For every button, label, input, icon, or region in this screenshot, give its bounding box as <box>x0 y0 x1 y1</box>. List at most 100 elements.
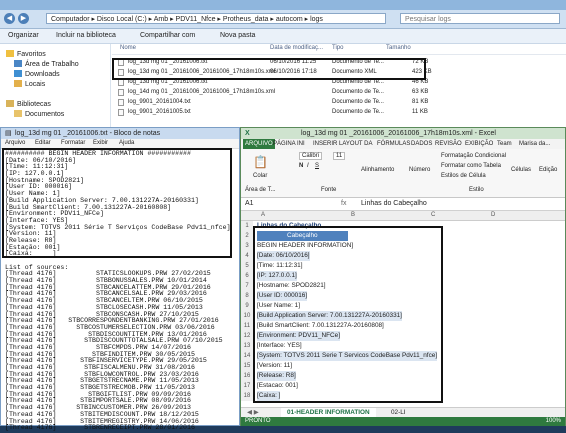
font-size-select[interactable]: 11 <box>333 152 346 160</box>
file-row[interactable]: log_13d mg 01 _20161006.txt Documento de … <box>112 79 452 87</box>
row-number[interactable]: 2 <box>241 231 253 241</box>
row-number[interactable]: 13 <box>241 341 253 351</box>
explorer-titlebar <box>0 0 566 10</box>
highlight-box <box>253 226 443 403</box>
menu-format[interactable]: Formatar <box>61 139 85 148</box>
number-format-button[interactable]: Número <box>409 167 430 173</box>
file-icon <box>118 109 124 116</box>
nav-item-desktop[interactable]: Área de Trabalho <box>14 60 79 68</box>
column-header[interactable]: B <box>351 212 355 218</box>
file-size: 11 KB <box>412 109 428 115</box>
row-number[interactable]: 6 <box>241 271 253 281</box>
formula-bar: A1 fx Linhas do Cabeçalho <box>241 198 565 211</box>
row-number[interactable]: 18 <box>241 391 253 401</box>
row-number[interactable]: 8 <box>241 291 253 301</box>
font-group-label: Fonte <box>321 187 337 193</box>
user-account[interactable]: Marisa da... <box>517 139 552 149</box>
text-line: [Thread 4176] STBCANCELATTEM.PRW 29/01/2… <box>5 283 211 291</box>
row-number[interactable]: 1 <box>241 221 253 231</box>
row-number[interactable]: 10 <box>241 311 253 321</box>
row-number[interactable]: 4 <box>241 251 253 261</box>
nav-item-downloads[interactable]: Downloads <box>14 70 60 78</box>
menu-view[interactable]: Exibir <box>93 139 108 148</box>
new-folder-button[interactable]: Nova pasta <box>220 32 255 39</box>
font-name-select[interactable]: Calibri <box>299 152 323 160</box>
row-number[interactable]: 17 <box>241 381 253 391</box>
tab-view[interactable]: EXIBIÇÃO <box>463 139 495 149</box>
column-header[interactable]: C <box>431 212 435 218</box>
file-type: Documento de Te... <box>332 89 384 95</box>
alignment-button[interactable]: Alinhamento <box>361 167 394 173</box>
tab-insert[interactable]: INSERIR <box>311 139 339 149</box>
back-icon[interactable]: ◀ <box>4 13 15 24</box>
forward-icon[interactable]: ▶ <box>18 13 29 24</box>
include-library-button[interactable]: Incluir na biblioteca <box>56 32 116 39</box>
tab-file[interactable]: ARQUIVO <box>243 139 275 149</box>
text-line: [Thread 4176] STBFISCALMENU.PRW 31/08/20… <box>5 364 195 371</box>
text-line: [Thread 4176] STBRENRECEIPT.PRW 28/01/20… <box>5 424 195 432</box>
zoom-level[interactable]: 100% <box>546 417 561 426</box>
nav-favorites[interactable]: Favoritos <box>6 50 46 58</box>
search-input[interactable]: Pesquisar logs <box>400 13 560 24</box>
column-name[interactable]: Nome <box>120 45 136 51</box>
file-row[interactable]: log_9901_20161004.txt Documento de Te... 8… <box>112 99 452 107</box>
edit-button[interactable]: Edição <box>539 167 557 173</box>
menu-edit[interactable]: Editar <box>35 139 51 148</box>
row-number[interactable]: 14 <box>241 351 253 361</box>
text-line: [Thread 4176] STBCONSCASH.PRW 27/10/2015 <box>5 310 199 318</box>
ribbon-tabs: ARQUIVO PÁGINA INI INSERIR LAYOUT DA FÓR… <box>241 139 565 149</box>
tab-data[interactable]: DADOS <box>409 139 434 149</box>
styles-group-label: Estilo <box>469 187 484 193</box>
column-date[interactable]: Data de modificaç... <box>270 45 323 51</box>
paste-icon[interactable]: 📋 <box>253 155 268 169</box>
address-breadcrumb[interactable]: Computador ▸ Disco Local (C:) ▸ Amb ▸ PD… <box>46 13 386 24</box>
tab-home[interactable]: PÁGINA INI <box>271 139 307 149</box>
cell-styles-button[interactable]: Estilos de Célula <box>441 173 486 179</box>
tab-layout[interactable]: LAYOUT DA <box>337 139 374 149</box>
row-number[interactable]: 3 <box>241 241 253 251</box>
nav-item-label: Documentos <box>25 111 65 118</box>
format-as-table-button[interactable]: Formatar como Tabela <box>441 163 501 169</box>
cells-button[interactable]: Células <box>511 167 531 173</box>
conditional-formatting-button[interactable]: Formatação Condicional <box>441 153 506 159</box>
bold-button[interactable]: N <box>299 163 303 169</box>
tab-team[interactable]: Team <box>495 139 514 149</box>
nav-libraries-label: Bibliotecas <box>17 101 51 108</box>
row-number[interactable]: 7 <box>241 281 253 291</box>
column-type[interactable]: Tipo <box>332 45 343 51</box>
text-line: [Thread 4176] STBGETSTRECNAME.PRW 11/05/… <box>5 377 199 385</box>
menu-help[interactable]: Ajuda <box>119 139 134 148</box>
text-line: [Thread 4176] STBDISCOUNTITEM.PRW 13/01/… <box>5 330 207 338</box>
nav-item-places[interactable]: Locais <box>14 80 45 88</box>
organize-button[interactable]: Organizar <box>8 32 39 39</box>
text-line: [Thread 4176] STBCOSTUMERSELECTION.PRW 0… <box>5 323 215 331</box>
menu-file[interactable]: Arquivo <box>5 139 25 148</box>
navigation-pane: Favoritos Área de Trabalho Downloads Loc… <box>0 44 111 128</box>
file-row[interactable]: log_14d mg 01 _20161006_20161006_17h18m1… <box>112 89 452 97</box>
row-number[interactable]: 12 <box>241 331 253 341</box>
nav-libraries[interactable]: Bibliotecas <box>6 100 51 108</box>
row-number[interactable]: 5 <box>241 261 253 271</box>
file-icon <box>118 89 124 96</box>
column-header[interactable]: D <box>491 212 495 218</box>
name-box[interactable]: A1 <box>245 198 254 210</box>
text-line: [Thread 4176] STATICSLOOKUPS.PRW 27/02/2… <box>5 270 211 278</box>
nav-item-documents[interactable]: Documentos <box>14 110 64 118</box>
underline-button[interactable]: S <box>315 163 319 169</box>
row-number[interactable]: 15 <box>241 361 253 371</box>
formula-input[interactable]: Linhas do Cabeçalho <box>361 198 427 210</box>
tab-formulas[interactable]: FÓRMULAS <box>375 139 412 149</box>
row-number[interactable]: 16 <box>241 371 253 381</box>
row-number[interactable]: 9 <box>241 301 253 311</box>
column-size[interactable]: Tamanho <box>386 45 411 51</box>
file-row[interactable]: log_9901_20161005.txt Documento de Te... 1… <box>112 109 452 117</box>
column-header[interactable]: A <box>261 212 265 218</box>
row-number[interactable]: 11 <box>241 321 253 331</box>
notepad-titlebar: ▤ log_13d mg 01 _20161006.txt - Bloco de… <box>1 128 239 139</box>
paste-button[interactable]: Colar <box>253 173 267 179</box>
italic-button[interactable]: I <box>307 163 309 169</box>
share-button[interactable]: Compartilhar com <box>140 32 195 39</box>
notepad-icon: ▤ <box>5 130 12 137</box>
tab-review[interactable]: REVISÃO <box>433 139 464 149</box>
fx-icon: fx <box>341 200 347 207</box>
